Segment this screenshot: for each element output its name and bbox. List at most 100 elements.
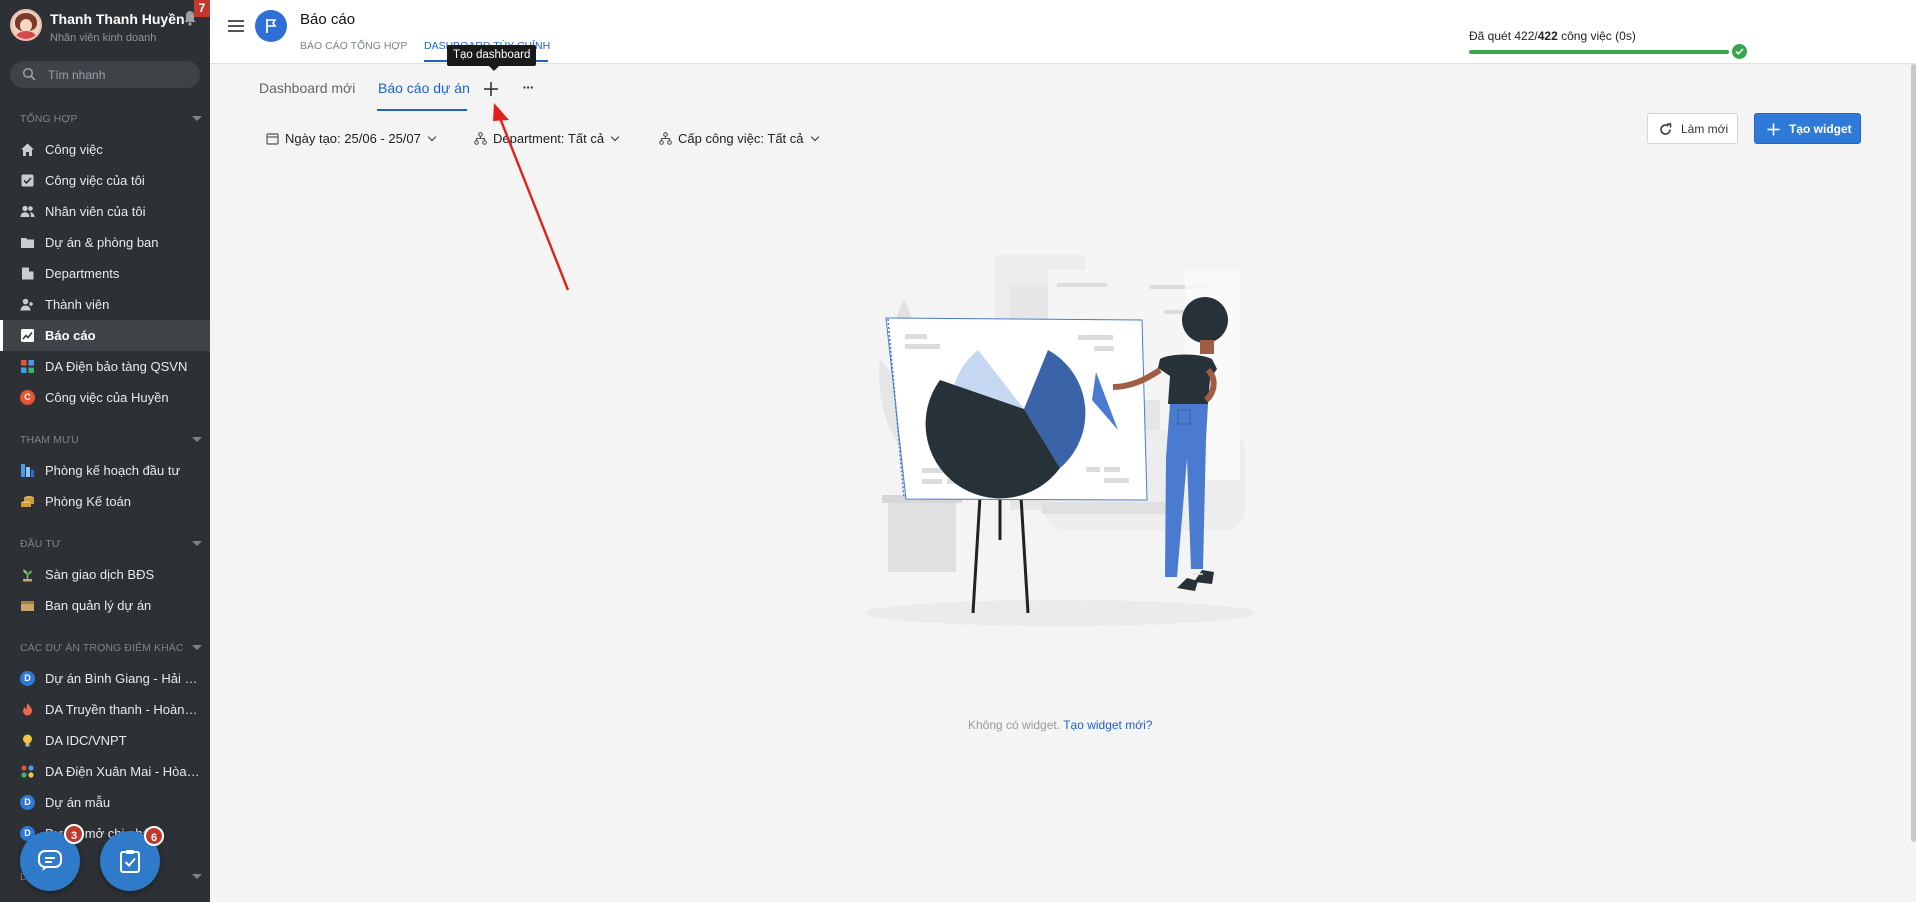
more-options-icon[interactable]: ··· [518, 80, 538, 98]
sidebar-item-label: DA Điện bảo tàng QSVN [45, 359, 188, 374]
sidebar-item-du-an-mau[interactable]: D Dự án mẫu [0, 787, 210, 818]
chevron-down-icon[interactable] [192, 116, 202, 121]
create-widget-button[interactable]: Tạo widget [1754, 113, 1861, 144]
filter-label: Cấp công việc: [678, 131, 768, 146]
hierarchy-icon [659, 132, 672, 145]
sidebar-item-label: Công việc của tôi [45, 173, 145, 188]
dashboard-tab-bao-cao-du-an[interactable]: Báo cáo dự án [378, 80, 470, 96]
chevron-down-icon[interactable] [192, 437, 202, 442]
page-title: Báo cáo [300, 11, 356, 28]
filter-ngay-tao[interactable]: Ngày tạo: 25/06 - 25/07 [266, 131, 437, 149]
dots-grid-icon [21, 765, 34, 778]
top-header: Báo cáo BÁO CÁO TỔNG HỢP DASHBOARD TÙY C… [210, 0, 1916, 71]
scrollbar[interactable] [1911, 64, 1916, 842]
chat-icon [38, 850, 62, 871]
sidebar-item-ban-quan-ly[interactable]: Ban quản lý dự án [0, 590, 210, 621]
home-icon [21, 143, 34, 156]
sidebar-item-bao-cao[interactable]: Báo cáo [0, 320, 210, 351]
search-input[interactable] [48, 61, 193, 88]
empty-text: Không có widget. [968, 718, 1064, 732]
quick-search[interactable] [10, 61, 200, 88]
sidebar-item-label: Dự án & phòng ban [45, 235, 159, 250]
page-avatar [255, 10, 287, 42]
chat-badge: 3 [64, 824, 84, 844]
sidebar-item-nhan-vien-cua-toi[interactable]: Nhân viên của tôi [0, 196, 210, 227]
chevron-down-icon [610, 132, 620, 142]
sidebar-item-cong-viec-cua-huyen[interactable]: C Công việc của Huyền [0, 382, 210, 413]
sidebar-item-du-an-phong-ban[interactable]: Dự án & phòng ban [0, 227, 210, 258]
sidebar-item-label: DA Truyền thanh - Hoàng Mai [45, 702, 203, 717]
sidebar-item-label: Công việc của Huyền [45, 390, 169, 405]
tasks-button[interactable]: 6 [100, 826, 164, 891]
sidebar-item-label: Sàn giao dịch BĐS [45, 567, 155, 582]
chevron-down-icon [427, 132, 437, 142]
calendar-icon [266, 133, 279, 145]
filter-value: Tất cả [567, 131, 605, 146]
create-widget-label: Tạo widget [1789, 122, 1852, 136]
refresh-icon [1660, 123, 1672, 135]
section-dau-tu[interactable]: ĐẦU TƯ [20, 538, 61, 550]
chevron-down-icon[interactable] [192, 874, 202, 879]
sidebar-item-san-giao-dich[interactable]: Sàn giao dịch BĐS [0, 559, 210, 590]
bars-icon [21, 464, 34, 477]
filter-value: 25/06 - 25/07 [344, 131, 421, 146]
sidebar-item-phong-ke-toan[interactable]: Phòng Kế toán [0, 486, 210, 517]
scan-progress-bar [1469, 50, 1729, 54]
letter-d-icon: D [20, 671, 35, 686]
sidebar-item-da-idc[interactable]: DA IDC/VNPT [0, 725, 210, 756]
sidebar-item-da-dien-bao-tang[interactable]: DA Điện bảo tàng QSVN [0, 351, 210, 382]
sidebar-item-cong-viec-cua-toi[interactable]: Công việc của tôi [0, 165, 210, 196]
tooltip: Tạo dashboard [447, 45, 537, 71]
chevron-down-icon[interactable] [192, 645, 202, 650]
tab-bao-cao-tong-hop[interactable]: BÁO CÁO TỔNG HỢP [300, 40, 407, 52]
section-cac-du-an[interactable]: CÁC DỰ ÁN TRỌNG ĐIỂM KHÁC [20, 642, 184, 654]
sidebar-item-label: Báo cáo [45, 328, 96, 343]
empty-state-message: Không có widget. Tạo widget mới? [968, 718, 1152, 732]
section-tham-muu[interactable]: THAM MƯU [20, 434, 79, 446]
plus-icon[interactable] [481, 79, 501, 99]
sidebar: Thanh Thanh Huyền Nhân viên kinh doanh 7… [0, 0, 210, 902]
chat-button[interactable]: 3 [20, 824, 84, 891]
user-profile[interactable]: Thanh Thanh Huyền Nhân viên kinh doanh 7 [0, 0, 210, 50]
refresh-label: Làm mới [1681, 122, 1729, 136]
filter-cap-cong-viec[interactable]: Cấp công việc: Tất cả [659, 131, 819, 149]
chevron-down-icon[interactable] [192, 541, 202, 546]
sidebar-item-label: Công việc [45, 142, 103, 157]
scan-progress-fill [1469, 50, 1729, 54]
sidebar-item-thanh-vien[interactable]: Thành viên [0, 289, 210, 320]
annotation-arrow [493, 103, 570, 291]
sidebar-item-label: Thành viên [45, 297, 110, 312]
sidebar-item-label: Ban quản lý dự án [45, 598, 152, 613]
people-icon [20, 205, 35, 217]
search-icon [22, 67, 36, 81]
sidebar-item-da-truyen-thanh[interactable]: DA Truyền thanh - Hoàng Mai [0, 694, 210, 725]
filter-label: Department: [493, 131, 568, 146]
dashboard-tab-moi[interactable]: Dashboard mới [259, 80, 355, 96]
sidebar-item-label: DA Điện Xuân Mai - Hòa Bình [45, 764, 203, 779]
scan-suffix: công việc (0s) [1557, 29, 1636, 43]
sidebar-item-du-an-binh-giang[interactable]: D Dự án Bình Giang - Hải Dương [0, 663, 210, 694]
tasks-badge: 6 [144, 826, 164, 846]
chart-line-icon [21, 329, 34, 342]
create-widget-link[interactable]: Tạo widget mới? [1063, 718, 1152, 732]
avatar[interactable] [10, 9, 42, 41]
section-tong-hop[interactable]: TỔNG HỢP [20, 113, 78, 125]
scan-status: Đã quét 422/422 công việc (0s) [1469, 29, 1636, 43]
box-icon [21, 601, 34, 611]
sidebar-item-da-dien-xuan-mai[interactable]: DA Điện Xuân Mai - Hòa Bình [0, 756, 210, 787]
folder-icon [21, 238, 34, 248]
refresh-button[interactable]: Làm mới [1647, 113, 1738, 144]
sidebar-item-cong-viec[interactable]: Công việc [0, 134, 210, 165]
clipboard-check-icon [120, 850, 140, 873]
user-name: Thanh Thanh Huyền [50, 11, 185, 27]
sidebar-item-departments[interactable]: Departments [0, 258, 210, 289]
sidebar-item-label: DA IDC/VNPT [45, 733, 127, 748]
chevron-down-icon [810, 132, 819, 142]
building-icon [22, 267, 34, 280]
sidebar-item-phong-ke-hoach[interactable]: Phòng kế hoạch đầu tư [0, 455, 210, 486]
plus-icon [1767, 123, 1780, 136]
menu-icon[interactable] [228, 20, 244, 32]
scan-prefix: Đã quét [1469, 29, 1515, 43]
hierarchy-icon [474, 132, 487, 145]
filter-department[interactable]: Department: Tất cả [474, 131, 620, 149]
